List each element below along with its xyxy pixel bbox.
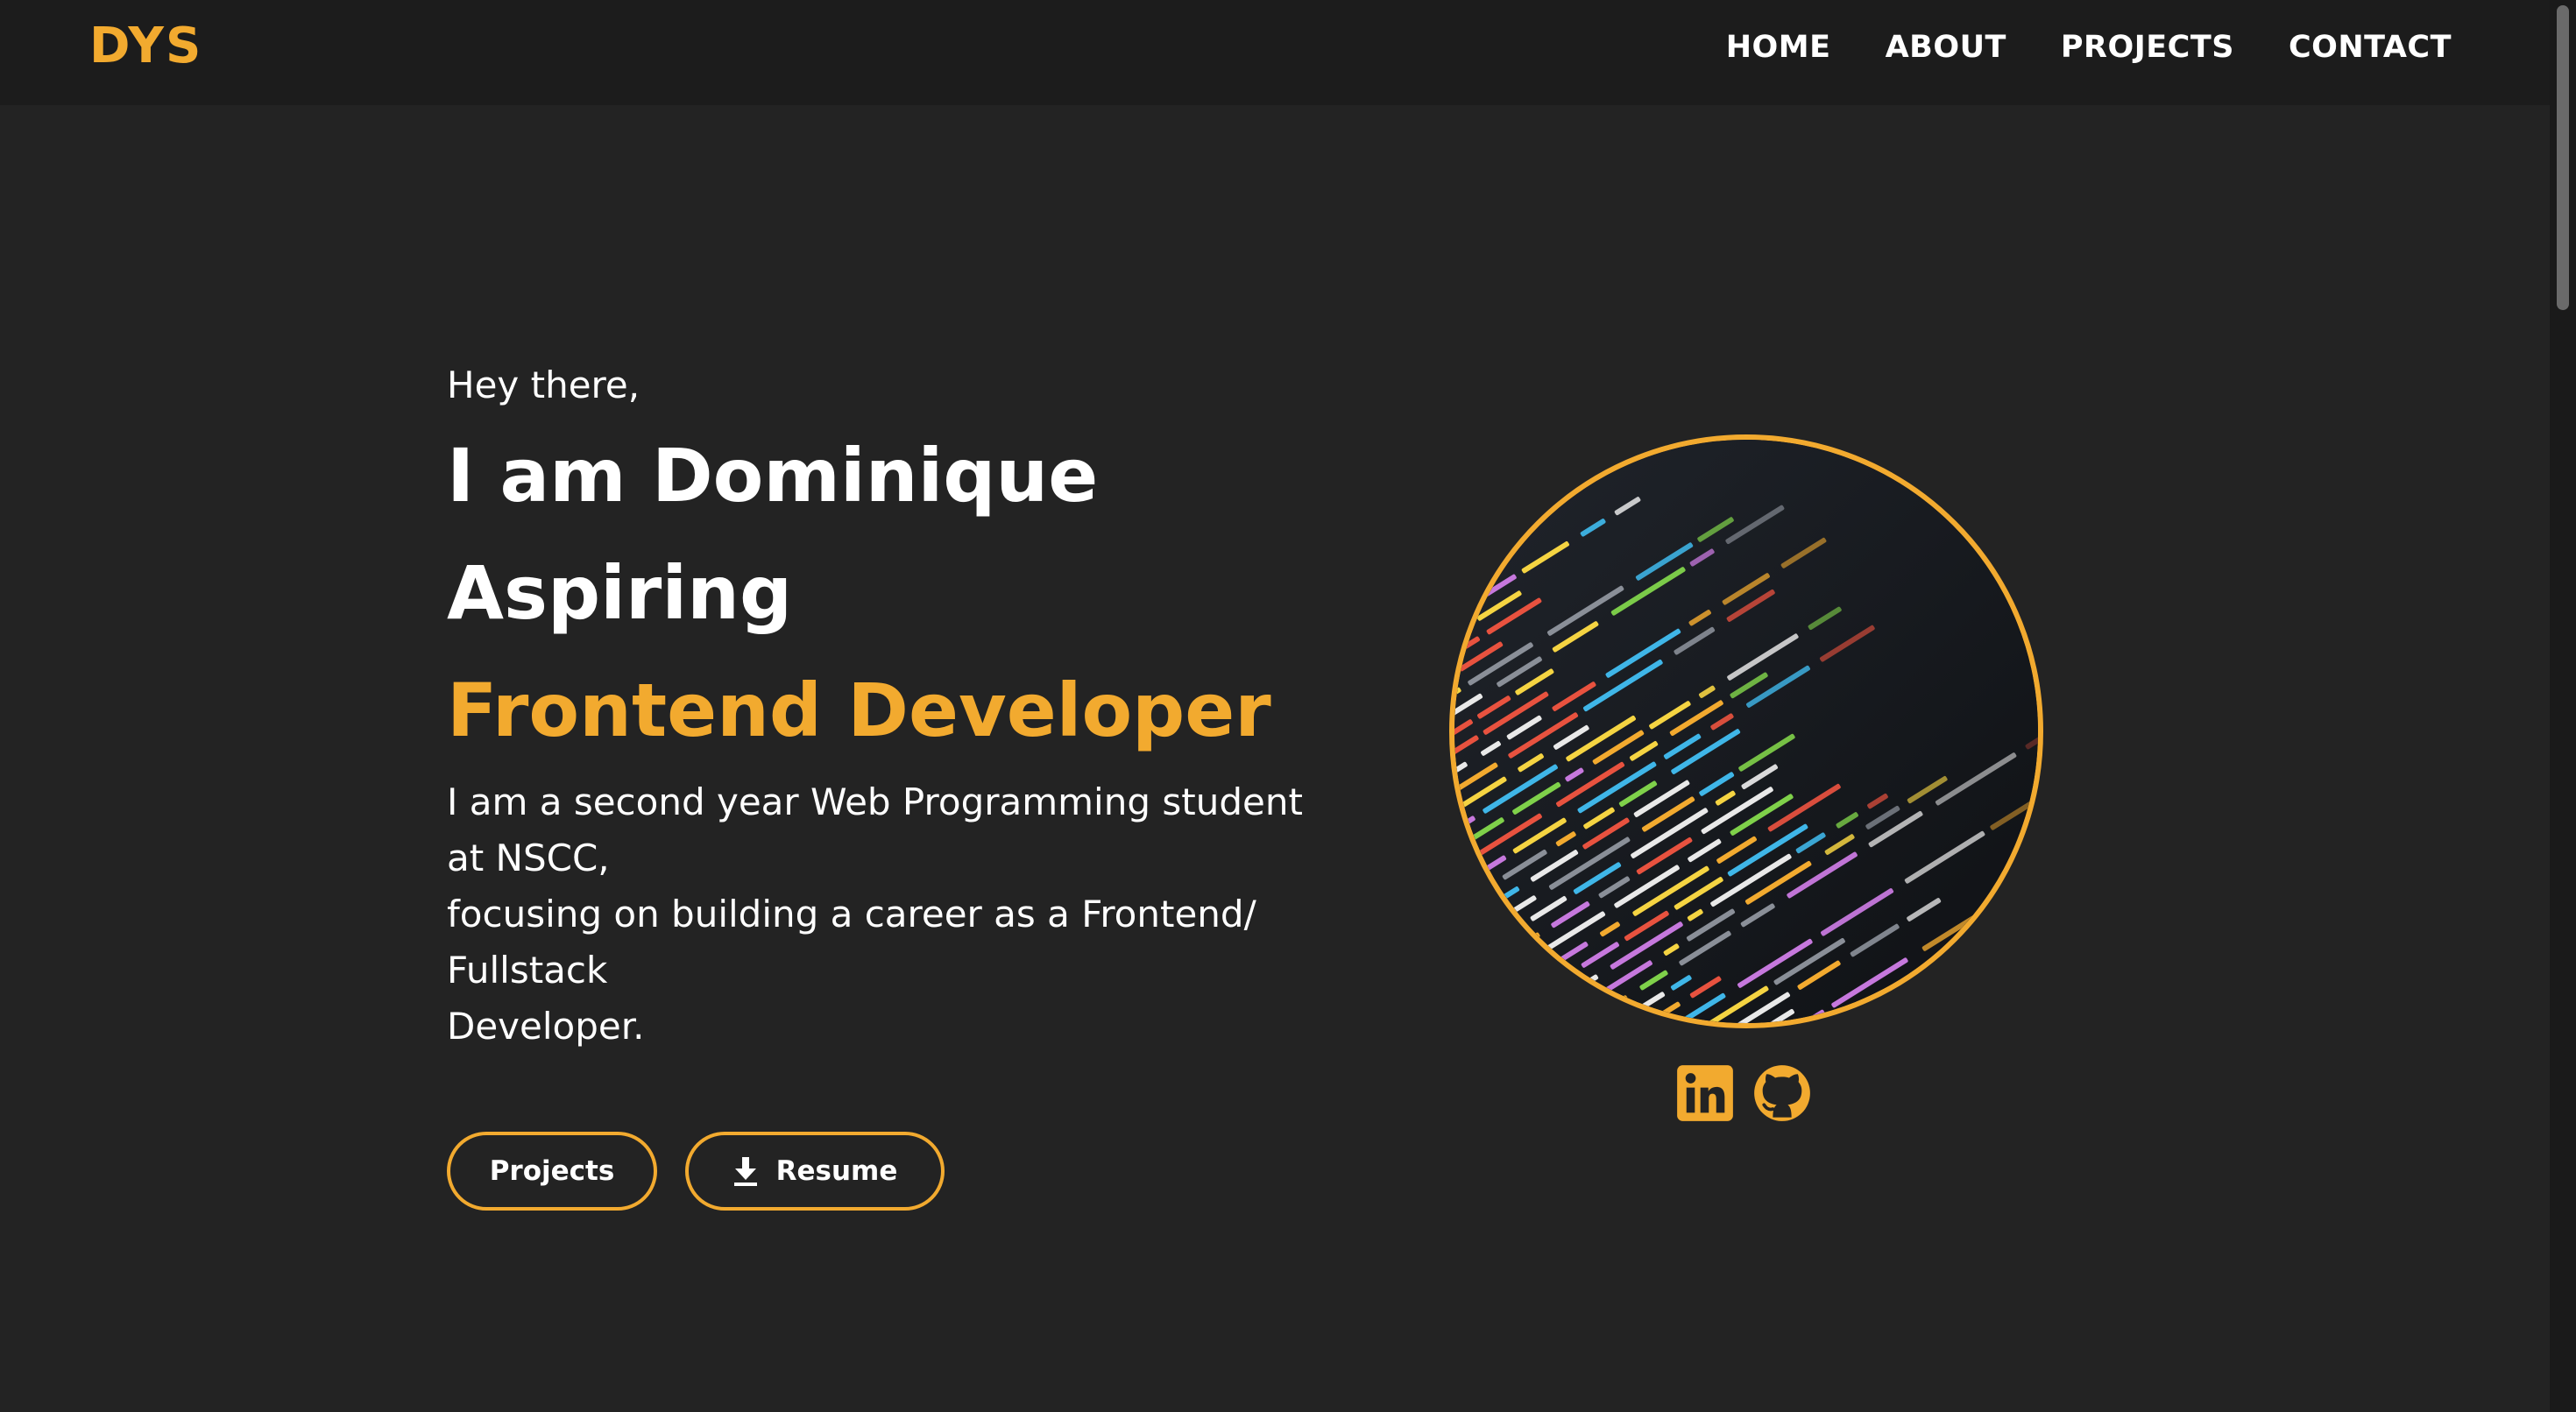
hero-text: Hey there, I am Dominique Aspiring Front… bbox=[447, 354, 1358, 1211]
logo[interactable]: DYS bbox=[89, 18, 202, 74]
github-icon[interactable] bbox=[1752, 1062, 1812, 1125]
hero-buttons: Projects Resume bbox=[447, 1132, 1358, 1211]
social-links bbox=[1675, 1062, 1812, 1125]
projects-button-label: Projects bbox=[489, 1155, 615, 1187]
download-icon bbox=[733, 1157, 757, 1186]
nav-links: HOME ABOUT PROJECTS CONTACT bbox=[1726, 30, 2452, 65]
greeting: Hey there, bbox=[447, 364, 640, 406]
scrollbar-thumb[interactable] bbox=[2557, 5, 2569, 310]
nav-link-projects[interactable]: PROJECTS bbox=[2061, 30, 2234, 65]
projects-button[interactable]: Projects bbox=[447, 1132, 657, 1211]
hero-role: Frontend Developer bbox=[447, 667, 1271, 753]
nav-link-about[interactable]: ABOUT bbox=[1886, 30, 2006, 65]
resume-button-label: Resume bbox=[775, 1155, 898, 1187]
linkedin-icon[interactable] bbox=[1675, 1062, 1735, 1125]
resume-button[interactable]: Resume bbox=[685, 1132, 945, 1211]
bio-line: focusing on building a career as a Front… bbox=[447, 893, 1256, 935]
hero-aspiring: Aspiring bbox=[447, 550, 793, 636]
code-screenshot-image bbox=[1449, 434, 2043, 1028]
bio-line: Fullstack bbox=[447, 949, 608, 992]
bio-line: at NSCC, bbox=[447, 837, 610, 879]
hero-bio: I am a second year Web Programming stude… bbox=[447, 774, 1349, 1055]
nav-link-home[interactable]: HOME bbox=[1726, 30, 1831, 65]
page: DYS HOME ABOUT PROJECTS CONTACT Hey ther… bbox=[0, 0, 2576, 1412]
scrollbar[interactable] bbox=[2550, 0, 2576, 1412]
bio-line: I am a second year Web Programming stude… bbox=[447, 780, 1303, 823]
nav-link-contact[interactable]: CONTACT bbox=[2289, 30, 2452, 65]
hero-name: I am Dominique bbox=[447, 433, 1099, 519]
code-image-art bbox=[1454, 440, 2038, 1023]
navbar: DYS HOME ABOUT PROJECTS CONTACT bbox=[0, 0, 2550, 105]
bio-line: Developer. bbox=[447, 1005, 645, 1048]
